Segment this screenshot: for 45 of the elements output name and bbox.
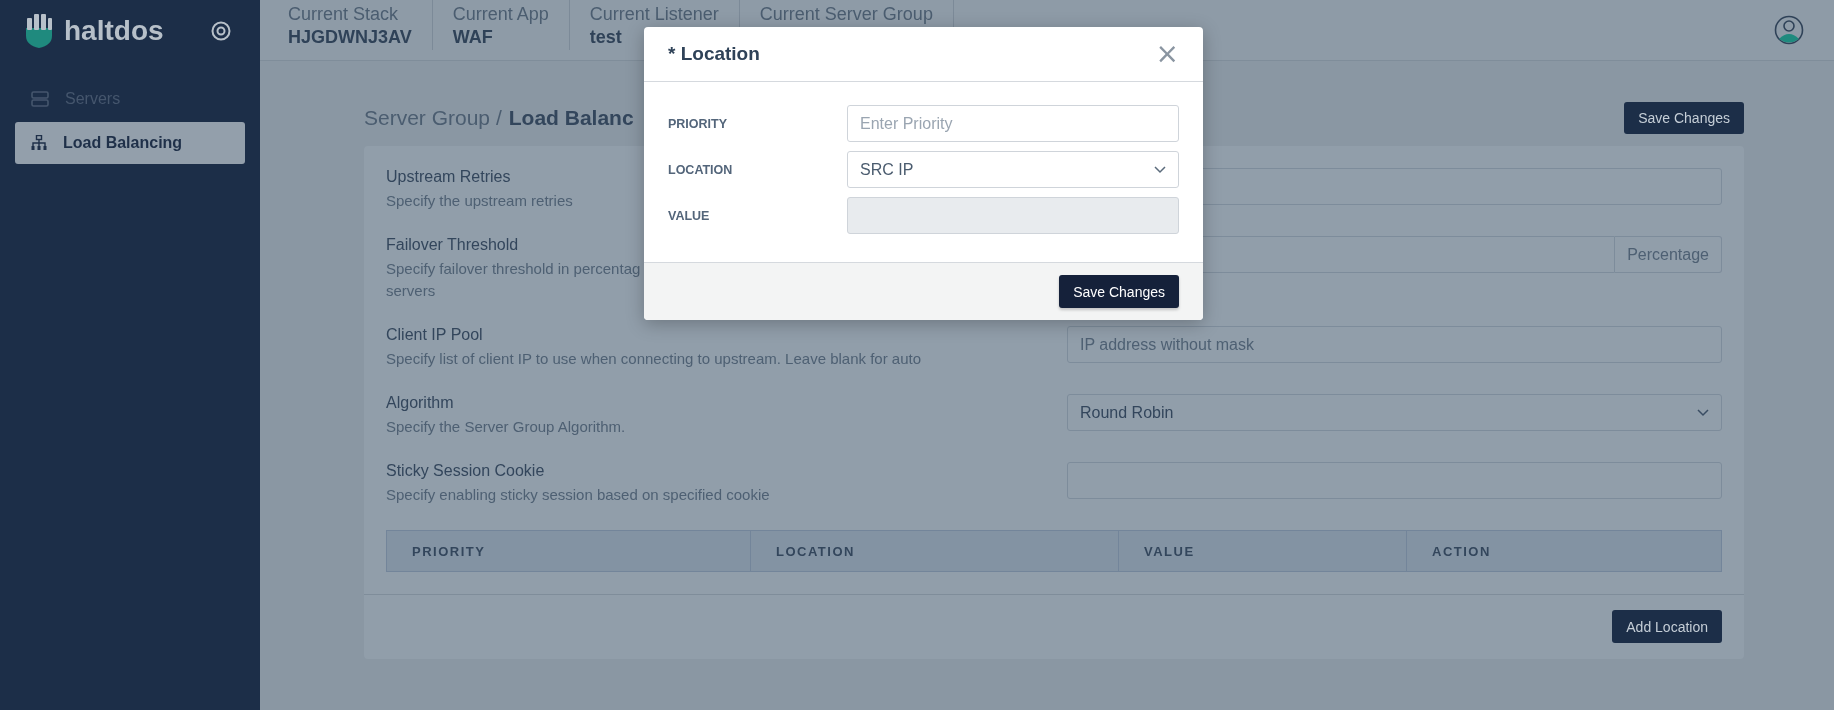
column-header: ACTION [1406, 531, 1721, 571]
column-header: LOCATION [750, 531, 1118, 571]
field-description: Specify the upstream retries [386, 191, 573, 211]
page-title: Load Balanc [508, 106, 634, 130]
field-label: Failover Threshold [386, 236, 519, 254]
field-label: Algorithm [386, 394, 454, 412]
header-label: Current App [452, 4, 549, 25]
input-field[interactable]: IP address without mask [1067, 326, 1722, 363]
field-label: Client IP Pool [386, 326, 483, 344]
header-label: Current Server Group [759, 4, 933, 25]
save-changes-button[interactable]: Save Changes [1624, 102, 1744, 134]
dialog-title: * Location [668, 43, 760, 65]
column-header: VALUE [1118, 531, 1406, 571]
brand-name: haltdos [64, 15, 164, 47]
input-field[interactable]: Enter Priority [847, 105, 1179, 142]
field-label: Sticky Session Cookie [386, 462, 545, 480]
user-avatar-icon[interactable] [1774, 15, 1804, 45]
header-label: Current Listener [589, 4, 719, 25]
close-button[interactable]: × [1155, 40, 1179, 68]
header-value: HJGDWNJ3AV [288, 26, 412, 49]
sidebar-item[interactable]: Load Balancing [15, 122, 245, 164]
header-value: WAF [452, 26, 494, 49]
field-label: LOCATION [668, 162, 733, 177]
field-description: Specify enabling sticky session based on specified cookie [386, 485, 770, 505]
target-icon[interactable] [211, 21, 231, 41]
chevron-down-icon [1697, 408, 1709, 417]
header-value: test [589, 26, 623, 49]
server-icon [31, 91, 49, 107]
select-field[interactable]: Round Robin [1067, 394, 1722, 431]
header-label: Current Stack [288, 4, 400, 25]
unit-addon: Percentage [1615, 236, 1722, 273]
chevron-down-icon [1154, 165, 1166, 174]
field-label: VALUE [668, 208, 710, 223]
hierarchy-icon [31, 135, 47, 151]
field-description: Specify failover threshold in percentag servers [386, 259, 641, 301]
field-label: PRIORITY [668, 116, 728, 131]
save-changes-button[interactable]: Save Changes [1059, 275, 1179, 308]
field-label: Upstream Retries [386, 168, 511, 186]
column-header: PRIORITY [411, 542, 487, 561]
field-description: Specify the Server Group Algorithm. [386, 417, 626, 437]
add-location-button[interactable]: Add Location [1612, 610, 1722, 643]
field-description: Specify list of client IP to use when connecting to upstream. Leave blank for auto [386, 349, 922, 369]
breadcrumb-link[interactable]: Server Group / [364, 106, 502, 130]
select-field[interactable]: SRC IP [847, 151, 1179, 188]
logo-icon [24, 14, 54, 48]
